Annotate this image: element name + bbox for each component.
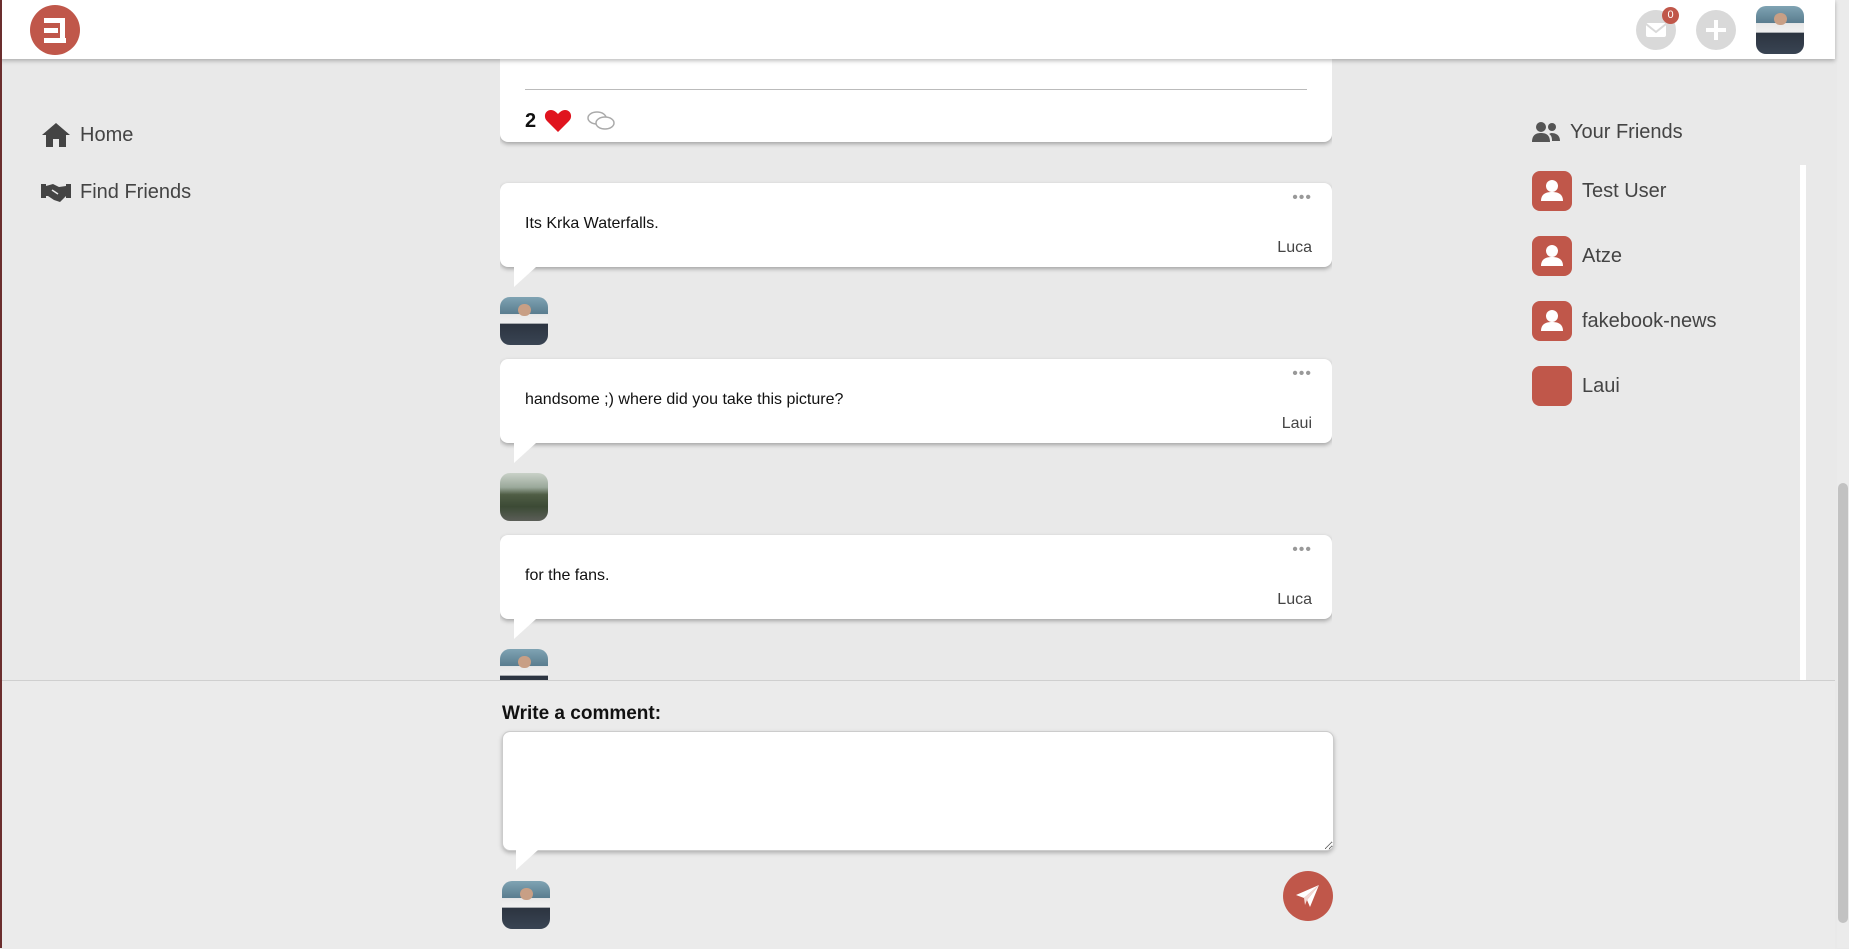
user-placeholder-icon <box>1532 171 1572 211</box>
friend-avatar <box>1532 366 1572 406</box>
post-card: 2 <box>500 59 1332 142</box>
friend-item[interactable]: fakebook-news <box>1532 301 1717 341</box>
friends-scrollbar[interactable] <box>1800 165 1806 680</box>
comment-text: handsome ;) where did you take this pict… <box>525 391 844 408</box>
paper-plane-icon <box>1296 885 1319 907</box>
comment-bubble: ••• handsome ;) where did you take this … <box>500 359 1332 463</box>
send-button[interactable] <box>1283 871 1333 921</box>
page-scrollbar-thumb[interactable] <box>1838 483 1848 923</box>
home-icon <box>42 123 70 147</box>
user-placeholder-icon <box>1532 236 1572 276</box>
sidebar-item-label: Find Friends <box>80 180 192 203</box>
comment-avatar[interactable] <box>500 297 548 345</box>
comment-composer: Write a comment: <box>0 680 1835 949</box>
comment-text: for the fans. <box>525 567 610 584</box>
divider <box>525 89 1307 90</box>
friend-name: Atze <box>1582 244 1623 267</box>
messages-button[interactable]: 0 <box>1636 7 1679 50</box>
comment-input-box <box>502 731 1334 851</box>
friend-item[interactable]: Test User <box>1532 171 1717 211</box>
sidebar-nav: Home Find Friends <box>40 115 191 229</box>
bubble-tail <box>516 850 538 870</box>
sidebar-item-find-friends[interactable]: Find Friends <box>40 172 191 212</box>
sidebar-item-home[interactable]: Home <box>40 115 191 155</box>
like-count: 2 <box>525 109 537 132</box>
messages-badge: 0 <box>1662 7 1679 24</box>
friends-title: Your Friends <box>1532 118 1717 146</box>
friends-panel: Your Friends Test User Atze fakebook-new… <box>1532 118 1717 406</box>
comment-author[interactable]: Laui <box>1282 415 1312 433</box>
plus-icon <box>1706 20 1726 40</box>
post-feed: 2 ••• Its Krka Waterfalls. Luca ••• hand… <box>500 59 1332 680</box>
friends-title-label: Your Friends <box>1570 120 1683 143</box>
comment-options-icon[interactable]: ••• <box>1292 189 1312 207</box>
comment-bubble: ••• Its Krka Waterfalls. Luca <box>500 183 1332 287</box>
comment-author[interactable]: Luca <box>1277 591 1312 609</box>
sidebar-item-label: Home <box>80 123 134 146</box>
user-avatar[interactable] <box>1756 6 1804 54</box>
comment-input[interactable] <box>503 732 1333 850</box>
composer-avatar <box>502 881 550 929</box>
users-icon <box>1532 122 1560 142</box>
post-reactions: 2 <box>525 109 616 133</box>
window-edge <box>0 0 2 948</box>
comments-icon[interactable] <box>586 109 616 133</box>
friend-item[interactable]: Laui <box>1532 366 1717 406</box>
comment-avatar[interactable] <box>500 649 548 680</box>
add-button[interactable] <box>1696 10 1736 50</box>
heart-icon[interactable] <box>544 109 572 133</box>
friend-name: fakebook-news <box>1582 309 1717 332</box>
comment-avatar[interactable] <box>500 473 548 521</box>
comment-author[interactable]: Luca <box>1277 239 1312 257</box>
compose-label: Write a comment: <box>502 703 662 724</box>
fakebook-logo[interactable] <box>30 5 80 55</box>
user-placeholder-icon <box>1532 301 1572 341</box>
friend-name: Test User <box>1582 179 1667 202</box>
handshake-icon <box>41 184 71 202</box>
comment-options-icon[interactable]: ••• <box>1292 541 1312 559</box>
top-bar: 0 <box>0 0 1835 59</box>
friend-item[interactable]: Atze <box>1532 236 1717 276</box>
comment-text: Its Krka Waterfalls. <box>525 215 659 232</box>
comment-options-icon[interactable]: ••• <box>1292 365 1312 383</box>
bubble-tail <box>514 619 536 639</box>
friend-name: Laui <box>1582 374 1620 397</box>
bubble-tail <box>514 443 536 463</box>
comment-bubble: ••• for the fans. Luca <box>500 535 1332 639</box>
bubble-tail <box>514 267 536 287</box>
